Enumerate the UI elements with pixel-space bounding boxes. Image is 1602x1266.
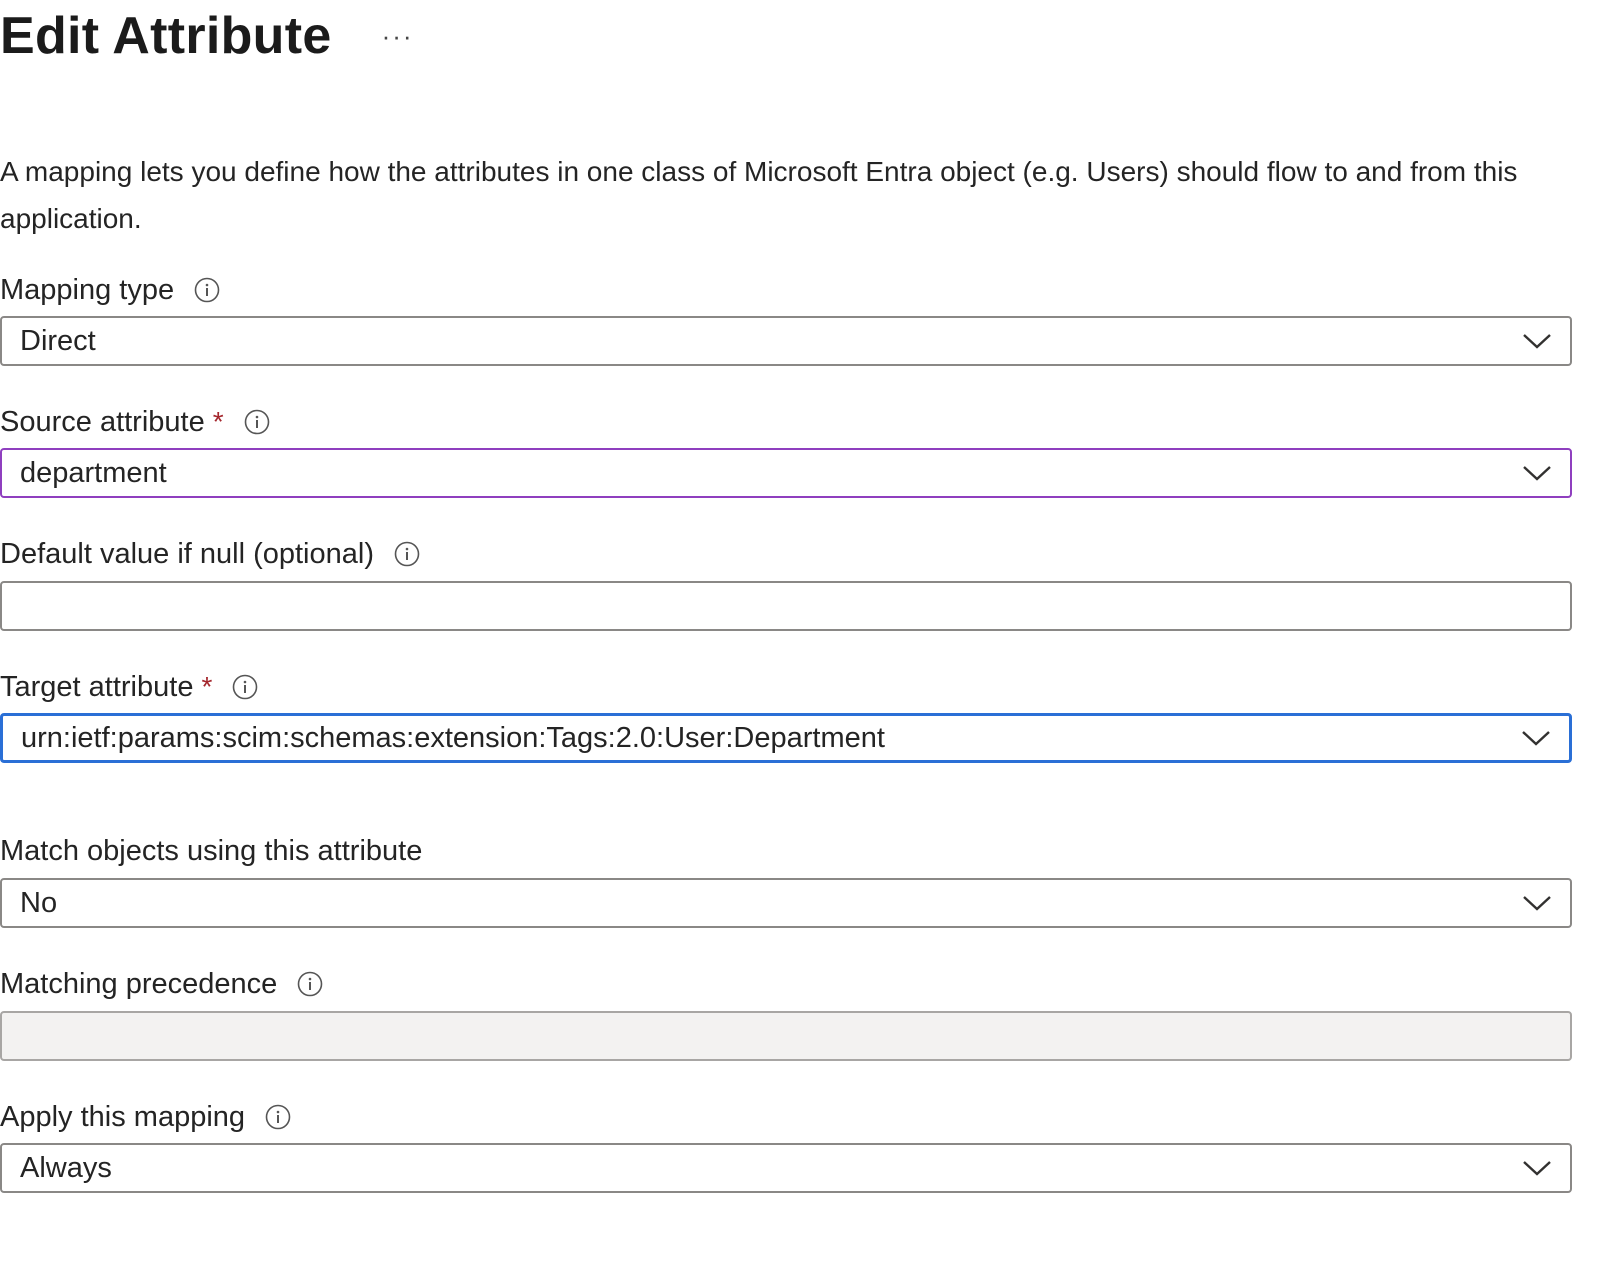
- apply-mapping-dropdown[interactable]: Always: [0, 1143, 1572, 1193]
- source-attribute-label: Source attribute *: [0, 402, 270, 442]
- chevron-down-icon: [1522, 1159, 1552, 1177]
- description-text: A mapping lets you define how the attrib…: [0, 156, 1518, 234]
- match-objects-dropdown[interactable]: No: [0, 878, 1572, 928]
- info-icon[interactable]: [194, 277, 220, 303]
- match-objects-label-text: Match objects using this attribute: [0, 834, 423, 867]
- matching-precedence-label-text: Matching precedence: [0, 967, 278, 1000]
- default-value-field: [0, 581, 1572, 631]
- matching-precedence-input: [2, 1012, 1570, 1060]
- match-objects-value: No: [20, 886, 58, 919]
- default-value-input[interactable]: [2, 582, 1570, 630]
- info-icon[interactable]: [232, 674, 258, 700]
- chevron-down-icon: [1522, 894, 1552, 912]
- source-attribute-value: department: [20, 456, 167, 489]
- header: Edit Attribute ···: [0, 0, 414, 72]
- matching-precedence-label: Matching precedence: [0, 964, 323, 1004]
- info-icon[interactable]: [244, 409, 270, 435]
- info-icon[interactable]: [265, 1104, 291, 1130]
- chevron-down-icon: [1522, 464, 1552, 482]
- target-attribute-label-text: Target attribute: [0, 670, 194, 703]
- info-icon[interactable]: [297, 971, 323, 997]
- more-options-button[interactable]: ···: [382, 0, 414, 72]
- apply-mapping-value: Always: [20, 1151, 112, 1184]
- source-attribute-dropdown[interactable]: department: [0, 448, 1572, 498]
- target-attribute-dropdown[interactable]: urn:ietf:params:scim:schemas:extension:T…: [0, 713, 1572, 763]
- required-marker: *: [201, 671, 213, 702]
- default-value-label-text: Default value if null (optional): [0, 537, 374, 570]
- source-attribute-label-text: Source attribute: [0, 405, 205, 438]
- target-attribute-label: Target attribute *: [0, 667, 258, 707]
- target-attribute-value: urn:ietf:params:scim:schemas:extension:T…: [21, 721, 885, 754]
- chevron-down-icon: [1522, 332, 1552, 350]
- apply-mapping-label-text: Apply this mapping: [0, 1100, 246, 1133]
- info-icon[interactable]: [394, 541, 420, 567]
- match-objects-label: Match objects using this attribute: [0, 831, 422, 871]
- required-marker: *: [212, 406, 224, 437]
- apply-mapping-label: Apply this mapping: [0, 1097, 291, 1137]
- default-value-label: Default value if null (optional): [0, 534, 420, 574]
- mapping-type-label: Mapping type: [0, 270, 220, 310]
- chevron-down-icon: [1521, 729, 1551, 747]
- page-title: Edit Attribute: [0, 7, 332, 65]
- mapping-type-label-text: Mapping type: [0, 273, 175, 306]
- mapping-type-value: Direct: [20, 324, 96, 357]
- mapping-type-dropdown[interactable]: Direct: [0, 316, 1572, 366]
- matching-precedence-field: [0, 1011, 1572, 1061]
